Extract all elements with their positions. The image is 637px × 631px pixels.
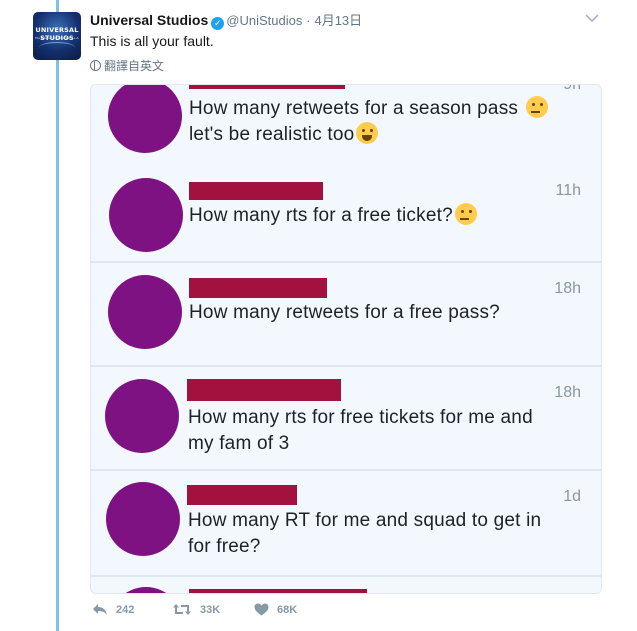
- author-handle[interactable]: @UniStudios: [226, 13, 302, 28]
- message-text: How many retweets for a season pass: [189, 98, 519, 119]
- retweet-button[interactable]: 33K: [172, 603, 220, 619]
- translate-link[interactable]: 翻譯自英文: [90, 57, 164, 74]
- message-text-line2: my fam of 3: [188, 433, 290, 454]
- message-text: How many rts for a free ticket?: [189, 205, 453, 226]
- profile-avatar[interactable]: UNIVERSAL STUDIOS The Entertainment Capi…: [33, 12, 81, 60]
- tweet-header: Universal Studios ✓ @UniStudios · 4月13日: [90, 10, 362, 30]
- avatar-circle: [106, 482, 180, 556]
- reply-count: 242: [116, 604, 135, 616]
- reply-icon: [92, 603, 108, 619]
- avatar-circle: [109, 587, 183, 593]
- redacted-username: [189, 589, 367, 593]
- crying-face-icon: [356, 122, 379, 144]
- tweet-image[interactable]: 9h How many retweets for a season pass l…: [90, 84, 602, 594]
- translate-label: 翻譯自英文: [104, 59, 165, 73]
- redacted-username: [189, 278, 327, 298]
- message-text-line2: let's be realistic too: [189, 124, 355, 145]
- card-time: 18h: [554, 280, 581, 297]
- card-time: 1d: [563, 488, 581, 505]
- card-message: How many retweets for a season pass let'…: [189, 96, 571, 148]
- media-card: 11h How many rts for a free ticket?: [91, 165, 601, 263]
- card-time: 18h: [554, 384, 581, 401]
- avatar-circle: [109, 178, 183, 252]
- card-message: How many rts for free tickets for me and…: [188, 405, 571, 457]
- media-card: 18h How many rts for free tickets for me…: [91, 367, 601, 471]
- retweet-count: 33K: [200, 604, 221, 616]
- avatar-circle: [105, 379, 179, 453]
- heart-icon: [254, 603, 269, 619]
- media-card: 1d How many RT for me and squad to get i…: [91, 471, 601, 577]
- tweet-date[interactable]: 4月13日: [314, 13, 362, 28]
- card-message: How many retweets for a free pass?: [189, 300, 571, 326]
- media-card: 18h How many retweets for a free pass?: [91, 263, 601, 367]
- avatar-circle: [108, 275, 182, 349]
- retweet-icon: [172, 603, 192, 619]
- media-card: [91, 577, 601, 593]
- verified-badge-icon: ✓: [211, 17, 225, 30]
- card-message: How many rts for a free ticket?: [189, 203, 571, 229]
- card-time: 9h: [563, 85, 581, 91]
- author-name[interactable]: Universal Studios: [90, 12, 208, 28]
- redacted-username: [189, 182, 323, 200]
- message-text: How many RT for me and squad to get in: [188, 510, 542, 531]
- globe-logo-icon: [39, 42, 75, 53]
- thinking-face-icon: [525, 96, 548, 118]
- card-message: How many RT for me and squad to get in f…: [188, 508, 571, 560]
- message-text: How many retweets for a free pass?: [189, 302, 500, 323]
- reply-button[interactable]: 242: [92, 603, 134, 619]
- thread-line: [56, 0, 59, 631]
- like-count: 68K: [277, 604, 298, 616]
- separator-dot: ·: [306, 13, 311, 28]
- redacted-username: [187, 485, 297, 505]
- avatar-logo-sub: The Entertainment Capital of L.A.: [34, 36, 80, 40]
- message-text: How many rts for free tickets for me and: [188, 407, 533, 428]
- tweet-text: This is all your fault.: [90, 33, 214, 49]
- redacted-username: [189, 85, 345, 89]
- media-card: 9h How many retweets for a season pass l…: [91, 85, 601, 167]
- message-text-line2: for free?: [188, 536, 261, 557]
- card-time: 11h: [555, 182, 581, 199]
- redacted-username: [187, 379, 341, 401]
- thinking-face-icon: [454, 203, 477, 225]
- avatar-circle: [108, 85, 182, 153]
- chevron-down-icon[interactable]: [585, 10, 599, 26]
- globe-icon: [90, 60, 101, 71]
- like-button[interactable]: 68K: [254, 603, 297, 619]
